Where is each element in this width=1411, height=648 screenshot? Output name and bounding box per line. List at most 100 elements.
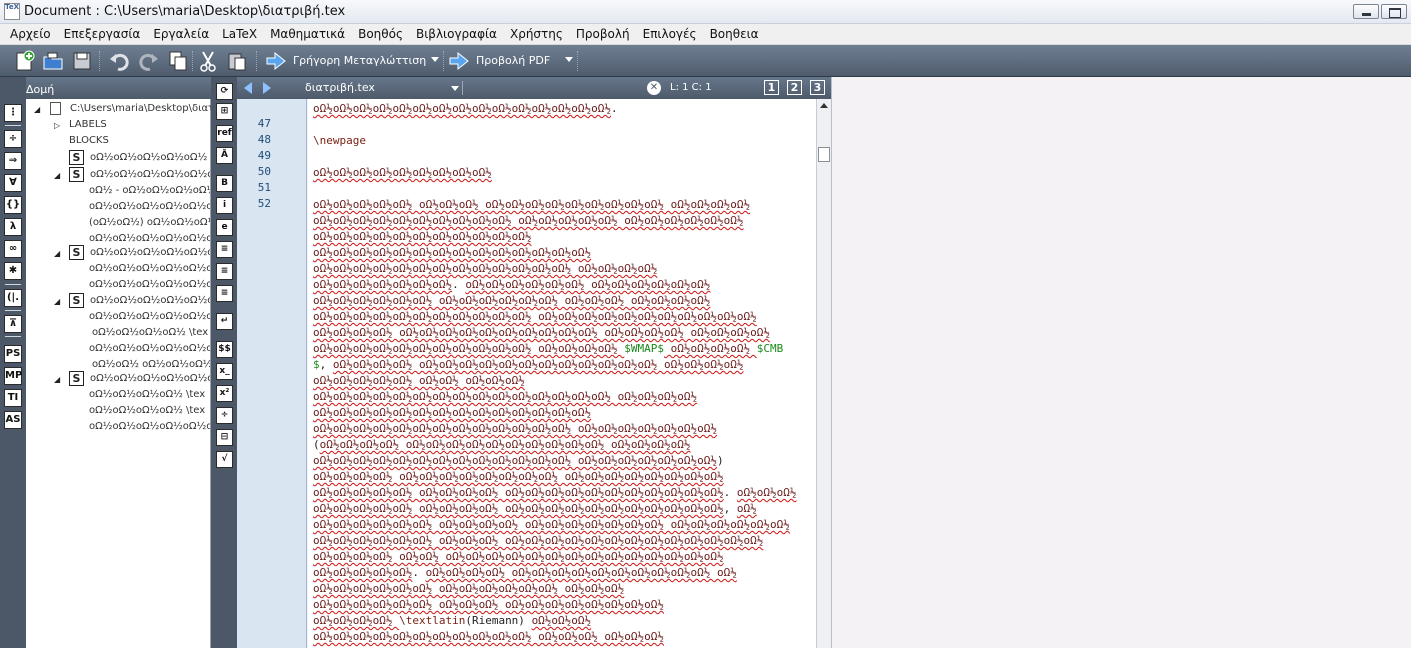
undo-icon[interactable] — [108, 50, 130, 72]
tree-subsection[interactable]: οΩ½οΩ½οΩ½οΩ½οΩ½οΩ½ — [89, 261, 210, 276]
code-line[interactable]: οΩ½οΩ½οΩ½οΩ½οΩ½οΩ½οΩ½οΩ½οΩ½οΩ½οΩ½ — [313, 229, 532, 245]
code-line[interactable]: οΩ½οΩ½οΩ½οΩ½οΩ½ οΩ½οΩ½οΩ½οΩ½ οΩ½οΩ½οΩ½οΩ… — [313, 501, 757, 517]
refresh-structure-icon[interactable]: ⟳ — [216, 83, 233, 100]
tree-collapse-icon[interactable]: ◢ — [54, 375, 64, 385]
editor-scrollbar[interactable] — [816, 99, 831, 648]
new-file-icon[interactable] — [13, 50, 35, 72]
copy-icon[interactable] — [167, 50, 189, 72]
tree-subsection[interactable]: (οΩ½οΩ½) οΩ½οΩ½οΩ½ — [89, 215, 210, 230]
maximize-button[interactable] — [1381, 4, 1407, 19]
code-line[interactable]: οΩ½οΩ½οΩ½οΩ½ οΩ½οΩ½ οΩ½οΩ½οΩ½οΩ½οΩ½οΩ½οΩ… — [313, 549, 724, 565]
code-line[interactable]: οΩ½οΩ½οΩ½οΩ½οΩ½οΩ½οΩ½οΩ½οΩ½οΩ½οΩ½οΩ½οΩ½ο… — [313, 405, 591, 421]
most-used-symbols-icon[interactable]: ∞ — [4, 240, 22, 258]
tree-subsection[interactable]: οΩ½οΩ½οΩ½οΩ½ \tex — [92, 325, 210, 340]
tree-collapse-icon[interactable]: ◢ — [34, 105, 44, 115]
align-right-icon[interactable]: ≡ — [216, 285, 233, 302]
code-line[interactable]: οΩ½οΩ½οΩ½οΩ½οΩ½οΩ½οΩ½οΩ½οΩ½οΩ½οΩ½οΩ½οΩ½ο… — [313, 245, 591, 261]
view-2-button[interactable]: 2 — [787, 80, 802, 95]
tree-subsection[interactable]: οΩ½οΩ½οΩ½οΩ½ \tex — [89, 387, 210, 402]
operators-icon[interactable]: ⊼ — [4, 315, 22, 333]
menu-edit[interactable]: Επεξεργασία — [58, 24, 148, 44]
tree-subsection[interactable]: οΩ½οΩ½οΩ½οΩ½ \tex — [89, 403, 210, 418]
code-line[interactable]: οΩ½οΩ½οΩ½οΩ½οΩ½οΩ½οΩ½οΩ½οΩ½οΩ½οΩ½ οΩ½οΩ½… — [313, 309, 757, 325]
tree-subsection[interactable]: οΩ½οΩ½οΩ½οΩ½οΩ½οΩ½ — [89, 231, 210, 246]
quick-build-label[interactable]: Γρήγορη Μεταγλώττιση — [293, 54, 426, 67]
view-arrow-icon[interactable] — [448, 50, 470, 72]
tree-root-path[interactable]: C:\Users\maria\Desktop\διατ — [70, 101, 211, 116]
align-left-icon[interactable]: ≡ — [216, 241, 233, 258]
menu-help[interactable]: Βοηθεια — [704, 24, 766, 44]
document-dropdown-icon[interactable] — [451, 86, 459, 91]
font-size-icon[interactable]: Ă — [216, 147, 233, 164]
code-line[interactable]: οΩ½οΩ½οΩ½οΩ½οΩ½ οΩ½οΩ½οΩ½ οΩ½οΩ½οΩ½οΩ½οΩ… — [313, 197, 750, 213]
tree-section[interactable]: οΩ½οΩ½οΩ½οΩ½οΩ½ — [90, 150, 210, 165]
square-root-icon[interactable]: √ — [216, 451, 233, 468]
tree-subsection[interactable]: οΩ½οΩ½οΩ½οΩ½οΩ½οΩ½ — [89, 199, 210, 214]
bold-icon[interactable]: B — [216, 175, 233, 192]
tree-section[interactable]: οΩ½οΩ½οΩ½οΩ½οΩ½οΩ½ — [90, 167, 210, 182]
menu-file[interactable]: Αρχείο — [4, 24, 58, 44]
code-line[interactable]: οΩ½οΩ½οΩ½οΩ½οΩ½οΩ½οΩ½. οΩ½οΩ½οΩ½οΩ½οΩ½οΩ… — [313, 277, 710, 293]
code-line[interactable]: οΩ½οΩ½οΩ½οΩ½οΩ½οΩ½οΩ½οΩ½οΩ½οΩ½οΩ½οΩ½οΩ½ … — [313, 453, 724, 469]
view-pdf-label[interactable]: Προβολή PDF — [476, 54, 550, 67]
tree-subsection[interactable]: οΩ½ - οΩ½οΩ½οΩ½οΩ½ — [89, 183, 210, 198]
code-line[interactable]: οΩ½οΩ½οΩ½οΩ½οΩ½οΩ½οΩ½οΩ½οΩ½οΩ½οΩ½οΩ½οΩ½ο… — [313, 389, 697, 405]
code-line[interactable]: (οΩ½οΩ½οΩ½οΩ½ οΩ½οΩ½οΩ½οΩ½οΩ½οΩ½οΩ½οΩ½οΩ… — [313, 437, 691, 453]
tree-collapse-icon[interactable]: ◢ — [54, 171, 64, 181]
tree-section[interactable]: οΩ½οΩ½οΩ½οΩ½οΩ½οΩ½ — [90, 293, 210, 308]
menu-math[interactable]: Μαθηματικά — [264, 24, 352, 44]
code-line[interactable]: οΩ½οΩ½οΩ½οΩ½οΩ½ οΩ½οΩ½οΩ½οΩ½ οΩ½οΩ½οΩ½οΩ… — [313, 485, 796, 501]
tree-labels-node[interactable]: LABELS — [69, 117, 189, 132]
metapost-icon[interactable]: MP — [4, 367, 22, 385]
tree-subsection[interactable]: οΩ½οΩ½οΩ½οΩ½οΩ½οΩ½ — [89, 309, 210, 324]
previous-document-icon[interactable] — [244, 82, 252, 94]
tree-subsection[interactable]: οΩ½οΩ½οΩ½οΩ½οΩ½οΩ½ — [89, 419, 210, 434]
tree-collapse-icon[interactable]: ◢ — [54, 249, 64, 259]
insert-label-icon[interactable]: ⊞ — [216, 103, 233, 120]
code-line[interactable]: οΩ½οΩ½οΩ½οΩ½οΩ½οΩ½οΩ½οΩ½οΩ½οΩ½οΩ½ οΩ½οΩ½… — [313, 341, 783, 357]
code-line[interactable]: οΩ½οΩ½οΩ½οΩ½οΩ½οΩ½οΩ½οΩ½οΩ½οΩ½ οΩ½οΩ½οΩ½… — [313, 213, 743, 229]
code-line[interactable]: οΩ½οΩ½οΩ½οΩ½οΩ½. οΩ½οΩ½οΩ½οΩ½ οΩ½οΩ½οΩ½ο… — [313, 565, 737, 581]
code-line[interactable]: οΩ½οΩ½οΩ½οΩ½οΩ½οΩ½οΩ½οΩ½οΩ½οΩ½οΩ½οΩ½οΩ½ … — [313, 261, 657, 277]
asymptote-icon[interactable]: AS — [4, 411, 22, 429]
tikz-icon[interactable]: TI — [4, 389, 22, 407]
code-line[interactable]: οΩ½οΩ½οΩ½οΩ½ οΩ½οΩ½οΩ½οΩ½οΩ½οΩ½οΩ½οΩ½οΩ½… — [313, 325, 770, 341]
code-line[interactable]: οΩ½οΩ½οΩ½οΩ½οΩ½οΩ½ οΩ½οΩ½οΩ½ οΩ½οΩ½οΩ½οΩ… — [313, 597, 664, 613]
scroll-up-icon[interactable] — [820, 103, 828, 108]
code-line[interactable]: οΩ½οΩ½οΩ½οΩ½οΩ½οΩ½οΩ½οΩ½οΩ½οΩ½οΩ½οΩ½οΩ½ο… — [313, 101, 618, 117]
paste-icon[interactable] — [226, 50, 248, 72]
code-line[interactable]: οΩ½οΩ½οΩ½οΩ½οΩ½οΩ½ οΩ½οΩ½οΩ½ οΩ½οΩ½οΩ½οΩ… — [313, 533, 763, 549]
view-3-button[interactable]: 3 — [810, 80, 825, 95]
subscript-icon[interactable]: x_ — [216, 363, 233, 380]
menu-bibliography[interactable]: Βιβλιογραφία — [410, 24, 504, 44]
code-line[interactable]: οΩ½οΩ½οΩ½οΩ½οΩ½οΩ½ οΩ½οΩ½οΩ½οΩ½οΩ½οΩ½ οΩ… — [313, 293, 710, 309]
redo-icon[interactable] — [138, 50, 160, 72]
arrow-symbols-icon[interactable]: ⇒ — [4, 152, 22, 170]
tree-subsection[interactable]: οΩ½οΩ½ οΩ½οΩ½οΩ½οΩ½ — [92, 357, 210, 372]
math-mode-icon[interactable]: $$ — [216, 341, 233, 358]
fraction-icon[interactable]: ÷ — [216, 407, 233, 424]
greek-letters-icon[interactable]: λ — [4, 218, 22, 236]
new-line-icon[interactable]: ↵ — [216, 313, 233, 330]
left-right-delimiters-icon[interactable]: (|. — [4, 289, 22, 307]
quick-build-dropdown-icon[interactable] — [431, 57, 439, 62]
menu-options[interactable]: Επιλογές — [637, 24, 704, 44]
open-file-icon[interactable] — [42, 50, 64, 72]
tree-expand-icon[interactable]: ▷ — [54, 121, 64, 131]
tree-section[interactable]: οΩ½οΩ½οΩ½οΩ½οΩ½οΩ½ — [90, 371, 210, 386]
save-icon[interactable] — [71, 50, 93, 72]
menu-user[interactable]: Χρήστης — [504, 24, 570, 44]
emphasis-icon[interactable]: e — [216, 219, 233, 236]
tree-subsection[interactable]: οΩ½οΩ½οΩ½οΩ½οΩ½οΩ½ — [89, 341, 210, 356]
code-line[interactable]: οΩ½οΩ½οΩ½οΩ½οΩ½ οΩ½οΩ½ οΩ½οΩ½οΩ½ — [313, 373, 525, 389]
next-document-icon[interactable] — [263, 82, 271, 94]
menu-latex[interactable]: LaTeX — [216, 24, 264, 44]
delimiters-icon[interactable]: {} — [4, 196, 22, 214]
code-line[interactable]: οΩ½οΩ½οΩ½οΩ½οΩ½οΩ½οΩ½οΩ½οΩ½οΩ½οΩ½οΩ½οΩ½ … — [313, 421, 717, 437]
misc-symbols-icon[interactable]: ∀ — [4, 174, 22, 192]
pstricks-icon[interactable]: PS — [4, 345, 22, 363]
scroll-thumb[interactable] — [818, 147, 830, 162]
view-1-button[interactable]: 1 — [764, 80, 779, 95]
code-line[interactable]: οΩ½οΩ½οΩ½οΩ½οΩ½οΩ½οΩ½οΩ½οΩ½οΩ½οΩ½ οΩ½οΩ½… — [313, 629, 664, 645]
favorite-symbols-icon[interactable]: ✱ — [4, 262, 22, 280]
